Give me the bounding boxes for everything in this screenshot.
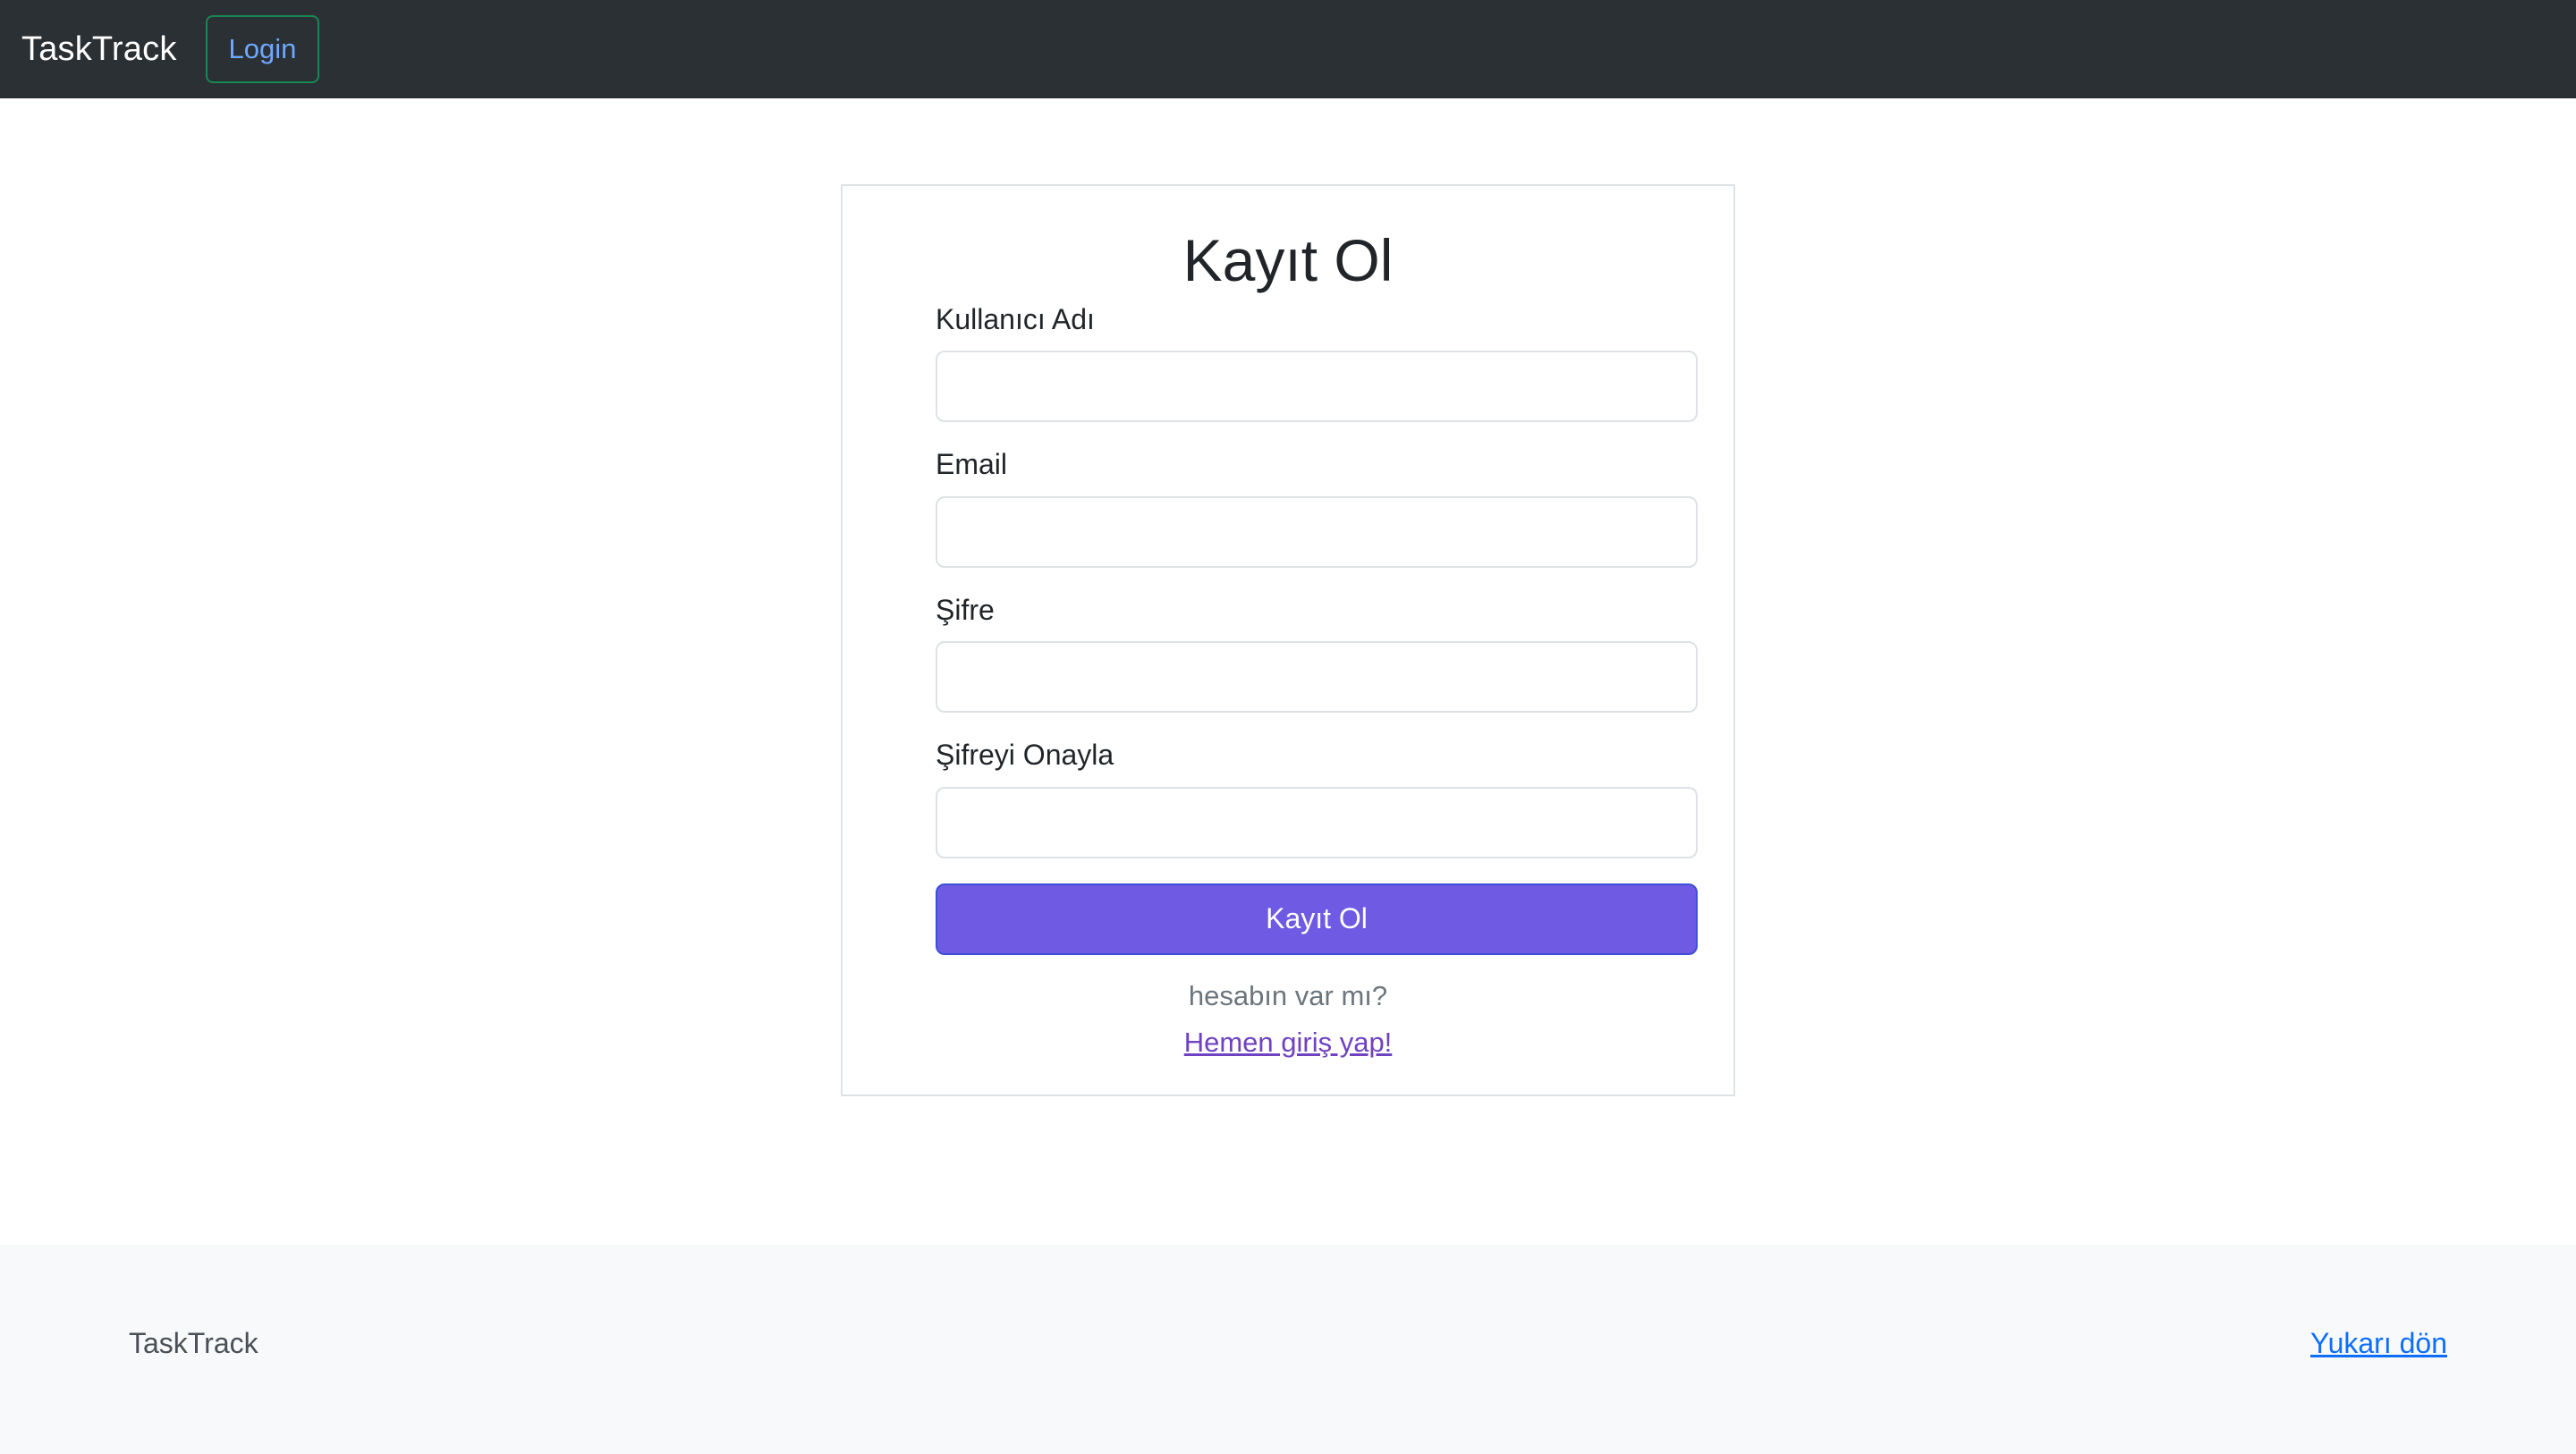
footer-brand: TaskTrack — [129, 1327, 258, 1359]
register-submit-button[interactable]: Kayıt Ol — [936, 883, 1698, 955]
confirm-password-input[interactable] — [936, 786, 1698, 858]
back-to-top-link[interactable]: Yukarı dön — [2310, 1327, 2447, 1360]
username-label: Kullanıcı Adı — [936, 303, 1095, 335]
confirm-password-label: Şifreyi Onayla — [936, 739, 1114, 772]
register-card: Kayıt Ol Kullanıcı Adı Email Şifre Şifre… — [841, 184, 1735, 1096]
email-label: Email — [936, 448, 1008, 481]
register-form: Kullanıcı Adı Email Şifre Şifreyi Onayla… — [936, 302, 1698, 955]
confirm-password-group: Şifreyi Onayla — [936, 738, 1698, 858]
username-input[interactable] — [936, 351, 1698, 423]
password-label: Şifre — [936, 593, 995, 626]
top-navbar: TaskTrack Login — [0, 0, 2576, 98]
login-now-link[interactable]: Hemen giriş yap! — [0, 1027, 2576, 1059]
page-title: Kayıt Ol — [1182, 227, 1394, 293]
password-group: Şifre — [936, 593, 1698, 714]
email-input[interactable] — [936, 495, 1698, 568]
page-footer: TaskTrack Yukarı dön — [0, 1245, 2576, 1454]
brand-link[interactable]: TaskTrack — [21, 30, 177, 69]
email-group: Email — [936, 447, 1698, 568]
username-group: Kullanıcı Adı — [936, 302, 1698, 423]
account-prompt-text: hesabın var mı? — [1188, 980, 1388, 1011]
password-input[interactable] — [936, 641, 1698, 714]
login-button[interactable]: Login — [205, 15, 320, 83]
